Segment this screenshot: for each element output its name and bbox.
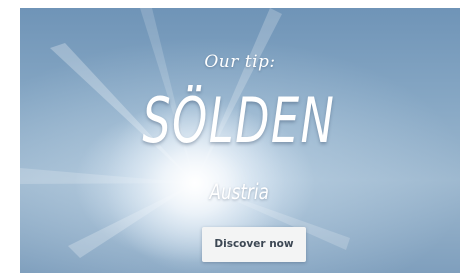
destination-title: SÖLDEN — [142, 84, 336, 157]
page: Our tip: SÖLDEN Austria Discover now — [0, 0, 465, 273]
promo-banner[interactable]: Our tip: SÖLDEN Austria Discover now — [20, 8, 460, 273]
discover-now-button[interactable]: Discover now — [202, 227, 306, 262]
destination-country: Austria — [209, 180, 269, 204]
banner-content: Our tip: SÖLDEN Austria Discover now — [20, 8, 460, 273]
banner-tagline: Our tip: — [204, 52, 276, 72]
